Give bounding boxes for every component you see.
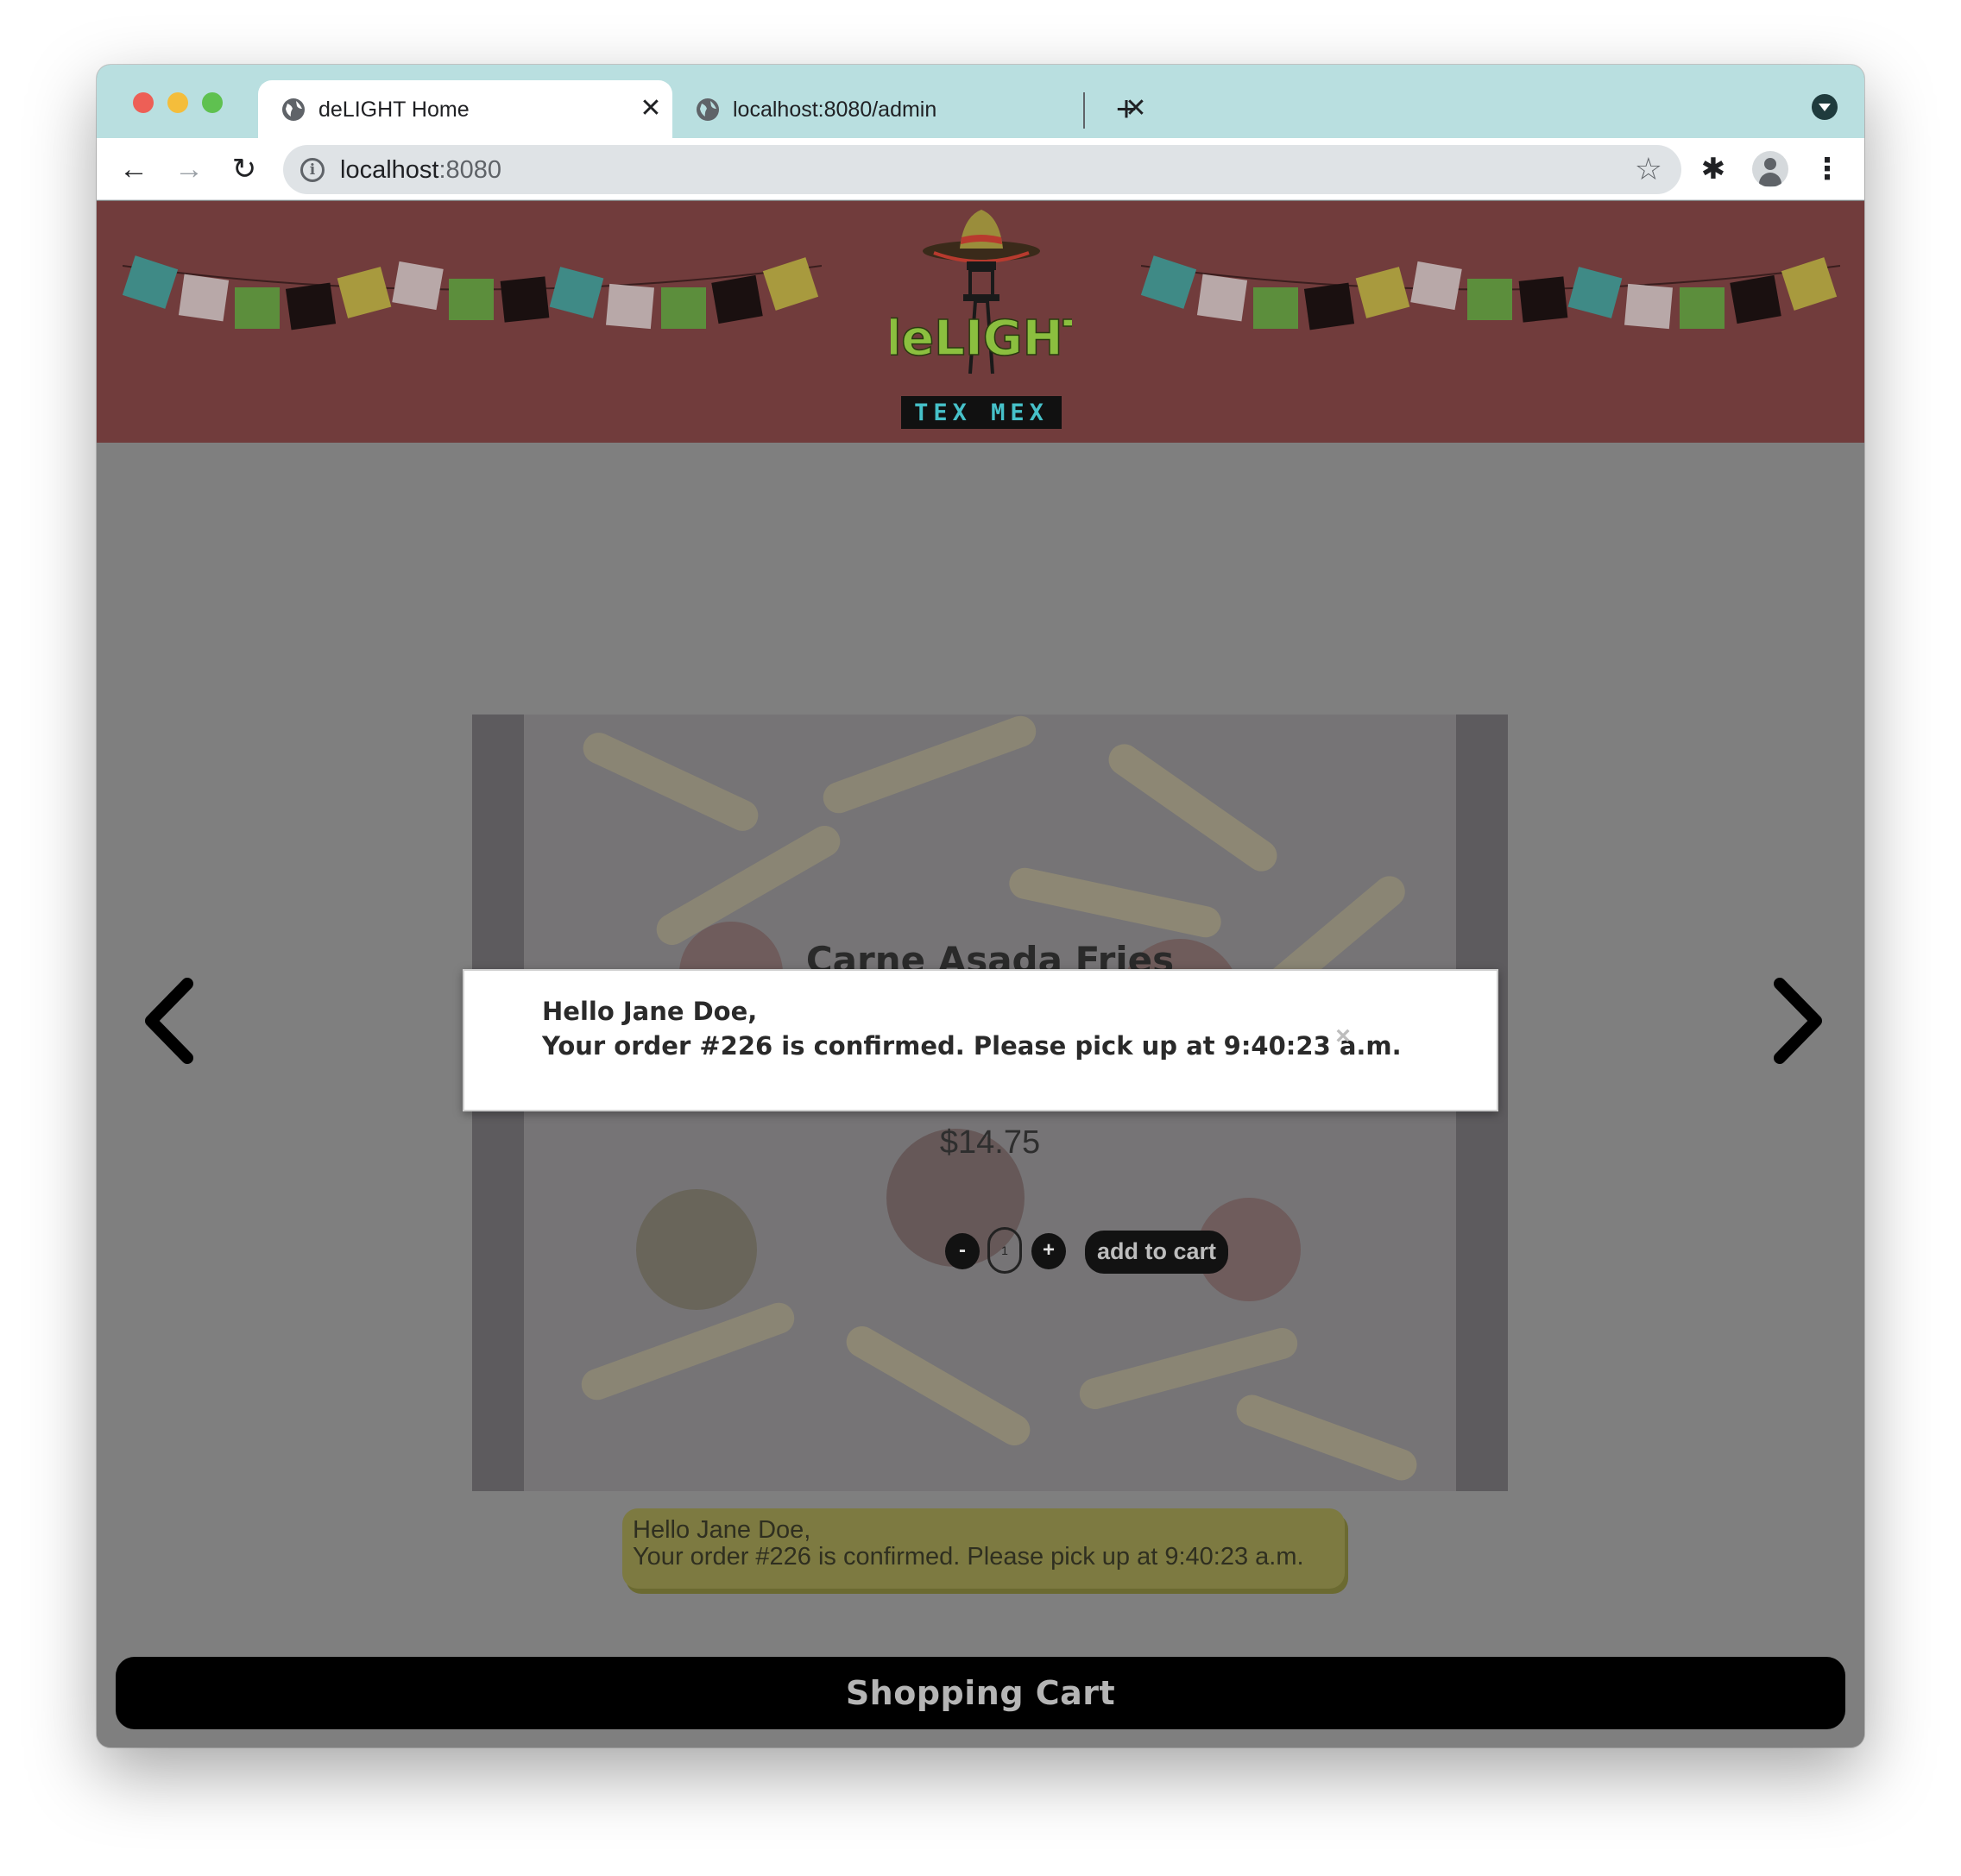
papel-picado-banner-right: [1141, 255, 1840, 331]
site-header: deLIGHT TEX MEX: [97, 201, 1864, 443]
order-confirmation-modal: Hello Jane Doe, Your order #226 is confi…: [463, 969, 1498, 1111]
quantity-increment-button[interactable]: +: [1031, 1233, 1066, 1269]
logo-subtitle: TEX MEX: [914, 400, 1049, 426]
close-window-button[interactable]: [133, 92, 154, 113]
modal-message: Your order #226 is confirmed. Please pic…: [542, 1031, 1402, 1061]
carousel-previous-arrow-icon[interactable]: [136, 973, 205, 1068]
address-bar[interactable]: i localhost:8080 ☆: [283, 145, 1681, 194]
browser-window: deLIGHT Home ✕ localhost:8080/admin ✕ + …: [97, 65, 1864, 1747]
maximize-window-button[interactable]: [202, 92, 223, 113]
add-to-cart-button[interactable]: add to cart: [1085, 1231, 1228, 1274]
tab-delight-home[interactable]: deLIGHT Home ✕: [258, 80, 672, 138]
minimize-window-button[interactable]: [167, 92, 188, 113]
url-host: localhost: [340, 156, 439, 184]
browser-toolbar: ← → ↻ i localhost:8080 ☆ ✱ ⋮: [97, 138, 1864, 200]
globe-icon: [282, 98, 305, 121]
url-port: :8080: [438, 156, 502, 184]
new-tab-button[interactable]: +: [1107, 89, 1146, 129]
toast-message: Your order #226 is confirmed. Please pic…: [633, 1543, 1304, 1571]
product-price: $14.75: [939, 1124, 1041, 1161]
tab-admin[interactable]: localhost:8080/admin ✕: [672, 80, 1182, 138]
close-tab-icon[interactable]: ✕: [636, 94, 665, 123]
tab-title: localhost:8080/admin: [733, 98, 937, 122]
toast-greeting: Hello Jane Doe,: [633, 1516, 811, 1544]
back-button[interactable]: ←: [116, 151, 152, 187]
profile-avatar-icon[interactable]: [1752, 151, 1788, 187]
reload-button[interactable]: ↻: [226, 151, 262, 187]
globe-icon: [697, 98, 719, 121]
quantity-decrement-button[interactable]: -: [945, 1233, 980, 1269]
forward-button[interactable]: →: [171, 151, 207, 187]
quantity-field[interactable]: 1: [987, 1227, 1022, 1274]
tab-title: deLIGHT Home: [318, 98, 470, 122]
tab-separator: [1083, 92, 1085, 129]
order-confirmation-toast: Hello Jane Doe, Your order #226 is confi…: [622, 1508, 1345, 1589]
carousel-next-arrow-icon[interactable]: [1762, 973, 1832, 1068]
logo-word: deLIGHT: [891, 311, 1072, 367]
delight-tex-mex-logo: deLIGHT TEX MEX: [891, 210, 1072, 429]
browser-menu-icon[interactable]: ⋮: [1813, 151, 1842, 187]
tab-search-icon[interactable]: [1812, 94, 1838, 120]
info-icon[interactable]: i: [300, 158, 325, 182]
url-text[interactable]: localhost:8080: [340, 156, 501, 185]
modal-close-icon[interactable]: ×: [1329, 1023, 1357, 1050]
papel-picado-banner-left: [123, 255, 822, 331]
extensions-puzzle-icon[interactable]: ✱: [1696, 152, 1731, 186]
modal-greeting: Hello Jane Doe,: [542, 997, 758, 1026]
page-content: deLIGHT TEX MEX: [97, 201, 1864, 1747]
shopping-cart-button[interactable]: Shopping Cart: [116, 1657, 1845, 1729]
tab-strip: deLIGHT Home ✕ localhost:8080/admin ✕ +: [97, 65, 1864, 138]
bookmark-star-icon[interactable]: ☆: [1635, 152, 1662, 186]
